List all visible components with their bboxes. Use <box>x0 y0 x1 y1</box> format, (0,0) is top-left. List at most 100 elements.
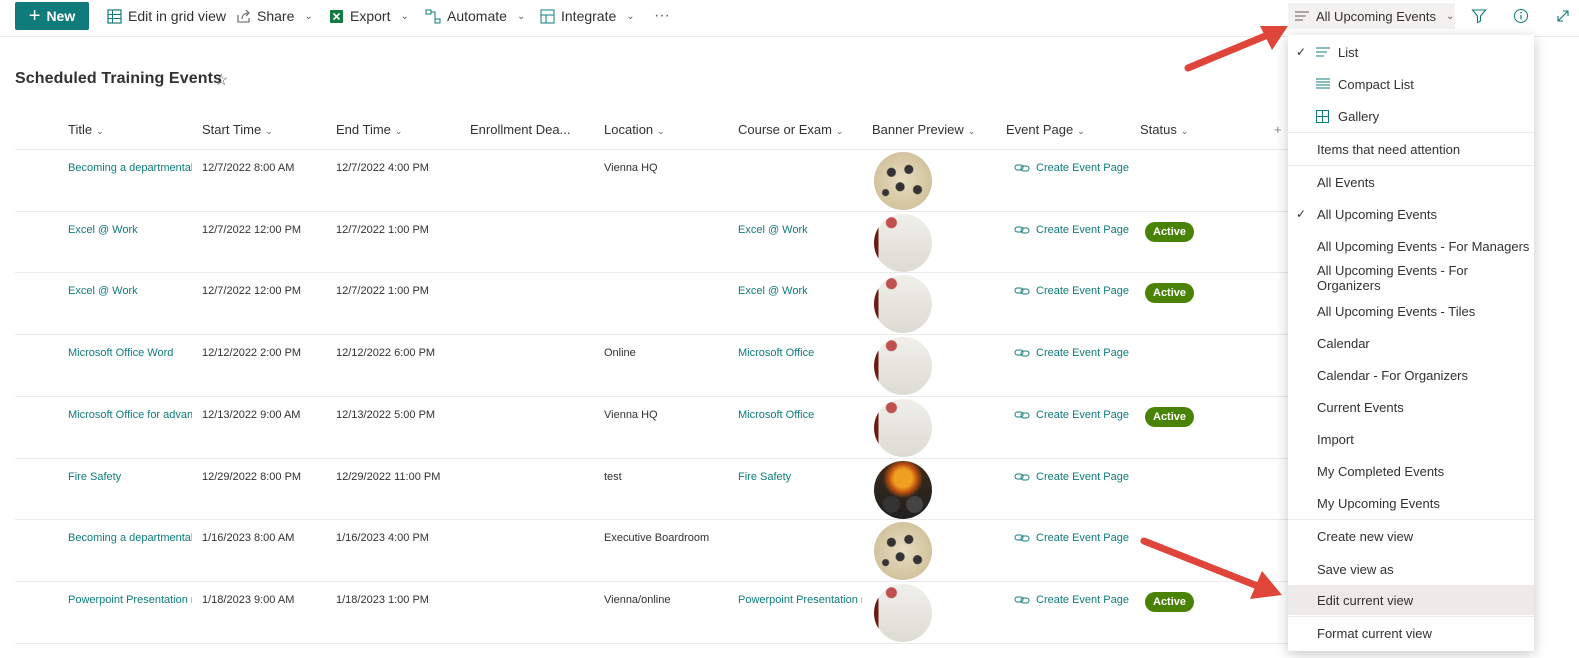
menu-item-label: Format current view <box>1317 625 1432 641</box>
menu-item-create-new-view[interactable]: Create new view <box>1288 521 1534 551</box>
menu-item-view[interactable]: All Events <box>1288 167 1534 197</box>
course-link[interactable]: Powerpoint Presentation r <box>738 594 862 606</box>
menu-item-label: All Upcoming Events <box>1317 206 1437 222</box>
status-badge: Active <box>1145 221 1195 242</box>
more-options-button[interactable]: ··· <box>654 0 670 32</box>
checkmark-icon: ✓ <box>1296 207 1307 221</box>
title-link[interactable]: Fire Safety <box>68 471 192 483</box>
menu-item-format-current-view[interactable]: Format current view <box>1288 618 1534 648</box>
export-button[interactable]: Export ⌄ <box>329 0 409 32</box>
start-time-cell: 12/7/2022 12:00 PM <box>202 223 302 236</box>
col-location-header[interactable]: Location ⌄ <box>604 122 665 137</box>
menu-item-label: My Upcoming Events <box>1317 495 1440 511</box>
menu-item-view[interactable]: Import <box>1288 424 1534 454</box>
create-event-page-link[interactable]: Create Event Page <box>1014 471 1129 483</box>
chevron-down-icon: ⌄ <box>1180 126 1189 136</box>
menu-item-edit-current-view[interactable]: Edit current view <box>1288 585 1534 615</box>
menu-item-view[interactable]: Calendar <box>1288 328 1534 358</box>
title-link[interactable]: Becoming a departmental <box>68 532 192 544</box>
integrate-label: Integrate <box>561 8 617 24</box>
course-link[interactable]: Excel @ Work <box>738 285 862 297</box>
menu-item-label: Import <box>1317 431 1354 447</box>
menu-item-view[interactable]: My Upcoming Events <box>1288 488 1534 518</box>
menu-item-view[interactable]: Current Events <box>1288 392 1534 422</box>
menu-item-gallery[interactable]: Gallery <box>1288 101 1534 131</box>
course-link[interactable]: Microsoft Office <box>738 347 862 359</box>
create-event-page-link[interactable]: Create Event Page <box>1014 162 1129 174</box>
course-link[interactable]: Microsoft Office <box>738 409 862 421</box>
banner-preview-image[interactable] <box>874 337 932 396</box>
banner-preview-image[interactable] <box>874 152 932 210</box>
create-event-page-link[interactable]: Create Event Page <box>1014 224 1129 236</box>
menu-item-list[interactable]: ✓ List <box>1288 37 1534 67</box>
course-link[interactable]: Fire Safety <box>738 471 862 483</box>
column-header-label: Status <box>1140 122 1177 137</box>
col-start-time-header[interactable]: Start Time ⌄ <box>202 122 273 137</box>
banner-preview-image[interactable] <box>874 213 932 272</box>
menu-item-view[interactable]: Calendar - For Organizers <box>1288 360 1534 390</box>
chevron-down-icon: ⌄ <box>1077 126 1085 136</box>
menu-item-view[interactable]: All Upcoming Events - For Managers <box>1288 231 1534 261</box>
view-switcher-button[interactable]: All Upcoming Events ⌄ <box>1288 3 1455 29</box>
create-event-page-link[interactable]: Create Event Page <box>1014 409 1129 421</box>
banner-preview-image[interactable] <box>874 583 932 642</box>
menu-divider <box>1288 165 1534 166</box>
title-link[interactable]: Microsoft Office Word <box>68 347 192 359</box>
chevron-down-icon: ⌄ <box>657 126 665 136</box>
menu-divider <box>1288 616 1534 617</box>
integrate-button[interactable]: Integrate ⌄ <box>540 0 635 32</box>
col-course-or-exam-header[interactable]: Course or Exam ⌄ <box>738 122 843 137</box>
view-menu: ✓ List Compact List Gallery Items that n… <box>1288 35 1534 651</box>
col-enrollment-deadline-header[interactable]: Enrollment Dea... <box>470 122 570 137</box>
col-title-header[interactable]: Title ⌄ <box>68 122 104 137</box>
list-view-icon <box>1295 11 1309 21</box>
edit-grid-view-button[interactable]: Edit in grid view <box>107 0 226 32</box>
create-event-page-link[interactable]: Create Event Page <box>1014 594 1129 606</box>
title-link[interactable]: Becoming a departmental <box>68 162 192 174</box>
col-status-header[interactable]: Status ⌄ <box>1140 122 1188 137</box>
menu-item-attention[interactable]: Items that need attention <box>1288 134 1534 164</box>
location-cell: Online <box>604 347 636 360</box>
menu-item-label: Compact List <box>1338 76 1414 92</box>
current-view-label: All Upcoming Events <box>1316 8 1436 24</box>
course-link[interactable]: Excel @ Work <box>738 224 862 236</box>
title-link[interactable]: Excel @ Work <box>68 224 192 236</box>
title-link[interactable]: Excel @ Work <box>68 285 192 297</box>
share-button[interactable]: Share ⌄ <box>236 0 313 32</box>
info-button[interactable] <box>1513 0 1529 32</box>
start-time-cell: 12/12/2022 2:00 PM <box>202 347 302 360</box>
menu-item-view[interactable]: All Upcoming Events - For Organizers <box>1288 263 1534 293</box>
event-page-label: Create Event Page <box>1036 285 1129 298</box>
filter-button[interactable] <box>1471 0 1487 32</box>
event-page-label: Create Event Page <box>1036 347 1129 360</box>
banner-preview-image[interactable] <box>874 522 932 581</box>
col-event-page-header[interactable]: Event Page ⌄ <box>1006 122 1085 137</box>
banner-preview-image[interactable] <box>874 398 932 457</box>
link-icon <box>1014 226 1030 234</box>
col-end-time-header[interactable]: End Time ⌄ <box>336 122 402 137</box>
title-link[interactable]: Powerpoint Presentation r <box>68 594 192 606</box>
menu-item-compact-list[interactable]: Compact List <box>1288 69 1534 99</box>
create-event-page-link[interactable]: Create Event Page <box>1014 285 1129 297</box>
menu-item-label: All Upcoming Events - For Managers <box>1317 238 1530 254</box>
chevron-down-icon: ⌄ <box>967 126 976 136</box>
title-link[interactable]: Microsoft Office for advan <box>68 409 192 421</box>
menu-item-label: Edit current view <box>1317 592 1414 608</box>
banner-preview-image[interactable] <box>874 460 932 519</box>
chevron-down-icon: ⌄ <box>400 10 409 22</box>
create-event-page-link[interactable]: Create Event Page <box>1014 532 1129 544</box>
banner-preview-image[interactable] <box>874 275 932 334</box>
expand-button[interactable] <box>1556 0 1570 32</box>
add-column-icon[interactable]: + <box>1274 122 1282 137</box>
star-icon[interactable]: ☆ <box>214 70 228 90</box>
menu-item-view[interactable]: My Completed Events <box>1288 456 1534 486</box>
automate-button[interactable]: Automate ⌄ <box>425 0 525 32</box>
col-banner-preview-header[interactable]: Banner Preview ⌄ <box>872 122 975 137</box>
menu-item-view[interactable]: ✓ All Upcoming Events <box>1288 199 1534 229</box>
column-header-label: Event Page <box>1006 122 1074 137</box>
menu-item-view[interactable]: All Upcoming Events - Tiles <box>1288 296 1534 326</box>
create-event-page-link[interactable]: Create Event Page <box>1014 347 1129 359</box>
new-button[interactable]: + New <box>15 2 89 30</box>
start-time-cell: 1/16/2023 8:00 AM <box>202 532 295 545</box>
menu-item-save-view-as[interactable]: Save view as <box>1288 554 1534 584</box>
